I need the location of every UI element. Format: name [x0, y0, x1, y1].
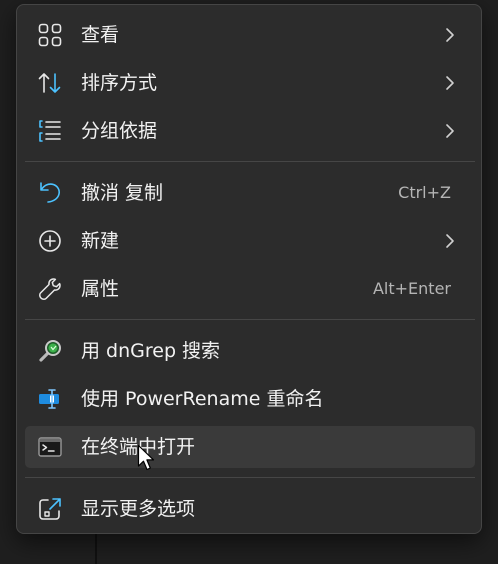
menu-item-label: 排序方式: [81, 72, 158, 94]
menu-separator: [25, 477, 475, 478]
rename-icon: [37, 386, 63, 412]
menu-item-new[interactable]: 新建: [25, 220, 475, 262]
group-list-icon: [37, 118, 63, 144]
menu-separator: [25, 319, 475, 320]
menu-item-label: 撤消 复制: [81, 182, 164, 204]
wrench-icon: [37, 276, 63, 302]
menu-item-open-in-terminal[interactable]: 在终端中打开: [25, 426, 475, 468]
menu-item-label: 用 dnGrep 搜索: [81, 340, 221, 362]
undo-icon: [37, 180, 63, 206]
menu-item-powerrename[interactable]: 使用 PowerRename 重命名: [25, 378, 475, 420]
menu-item-dngrep-search[interactable]: 用 dnGrep 搜索: [25, 330, 475, 372]
menu-item-sort-by[interactable]: 排序方式: [25, 62, 475, 104]
mouse-cursor-icon: [137, 444, 157, 472]
menu-item-group-by[interactable]: 分组依据: [25, 110, 475, 152]
menu-item-label: 查看: [81, 24, 120, 46]
chevron-right-icon: [443, 123, 457, 139]
sort-arrows-icon: [37, 70, 63, 96]
menu-item-label: 使用 PowerRename 重命名: [81, 388, 324, 410]
menu-separator: [25, 161, 475, 162]
menu-item-label: 新建: [81, 230, 120, 252]
plus-circle-icon: [37, 228, 63, 254]
chevron-right-icon: [443, 27, 457, 43]
context-menu: 查看 排序方式 分组依据 撤消 复制 Ctrl+Z 新建 属性 Alt+Ente…: [16, 4, 482, 534]
menu-item-properties[interactable]: 属性 Alt+Enter: [25, 268, 475, 310]
menu-item-label: 显示更多选项: [81, 498, 196, 520]
menu-item-undo[interactable]: 撤消 复制 Ctrl+Z: [25, 172, 475, 214]
menu-item-label: 属性: [81, 278, 120, 300]
menu-item-view[interactable]: 查看: [25, 14, 475, 56]
chevron-right-icon: [443, 75, 457, 91]
magnifier-icon: [37, 338, 63, 364]
chevron-right-icon: [443, 233, 457, 249]
open-external-icon: [37, 496, 63, 522]
keyboard-shortcut: Ctrl+Z: [398, 183, 451, 202]
terminal-icon: [37, 434, 63, 460]
menu-item-label: 分组依据: [81, 120, 158, 142]
menu-item-show-more-options[interactable]: 显示更多选项: [25, 488, 475, 530]
grid-icon: [37, 22, 63, 48]
keyboard-shortcut: Alt+Enter: [372, 279, 451, 298]
